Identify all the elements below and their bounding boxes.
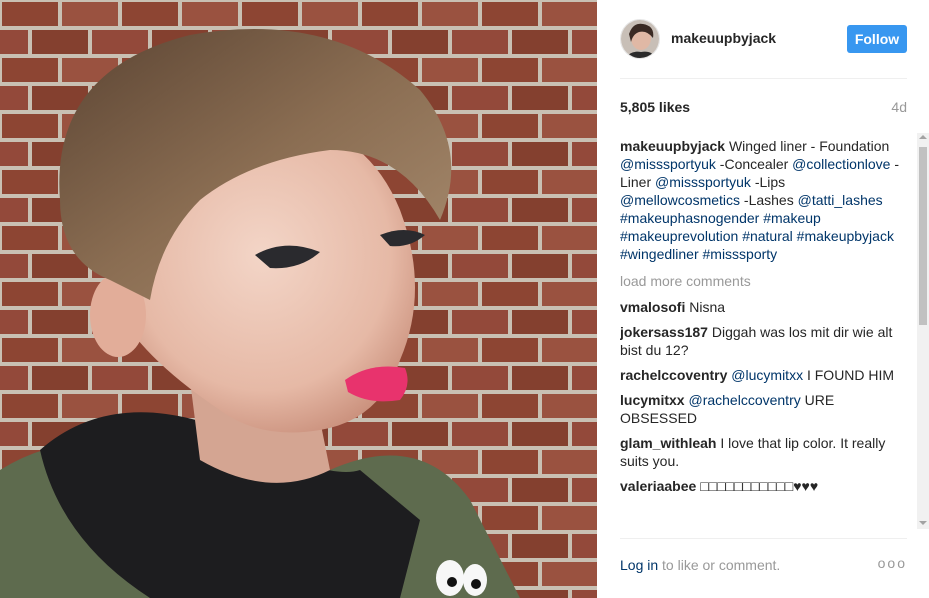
post-time[interactable]: 4d [891, 99, 907, 115]
comment-item: jokersass187 Diggah was los mit dir wie … [620, 323, 905, 359]
mention-link[interactable]: @mellowcosmetics [620, 192, 740, 208]
comment-username[interactable]: valeriaabee [620, 478, 696, 494]
follow-button[interactable]: Follow [847, 25, 907, 53]
post-caption: makeuupbyjack Winged liner - Foundation … [620, 137, 905, 263]
comment-username[interactable]: glam_withleah [620, 435, 716, 451]
scroll-down-arrow-icon[interactable] [919, 521, 927, 525]
post-photo[interactable] [0, 0, 597, 598]
comment-username[interactable]: vmalosofi [620, 299, 685, 315]
caption-text: Winged liner - Foundation @misssportyuk … [620, 138, 899, 262]
comment-text: -Lips [750, 174, 786, 190]
login-link[interactable]: Log in [620, 557, 658, 573]
comment-text: Winged liner - Foundation [728, 138, 890, 154]
comment-username[interactable]: lucymitxx [620, 392, 685, 408]
comment-text: □□□□□□□□□□□♥♥♥ [700, 478, 819, 494]
more-options-icon[interactable]: ooo [878, 555, 907, 571]
mention-link[interactable]: @lucymitxx [731, 367, 803, 383]
caption-username[interactable]: makeuupbyjack [620, 138, 725, 154]
mention-link[interactable]: @rachelccoventry [688, 392, 800, 408]
comment-item: valeriaabee □□□□□□□□□□□♥♥♥ [620, 477, 905, 495]
comment-text: -Lashes [740, 192, 798, 208]
mention-link[interactable]: #wingedliner [620, 246, 699, 262]
mention-link[interactable]: #misssporty [703, 246, 778, 262]
comment-username[interactable]: jokersass187 [620, 324, 708, 340]
avatar-image [621, 20, 659, 58]
mention-link[interactable]: #makeuprevolution [620, 228, 738, 244]
mention-link[interactable]: @collectionlove [792, 156, 890, 172]
comment-text: Nisna [689, 299, 726, 315]
post-header: makeuupbyjack Follow [620, 19, 907, 59]
mention-link[interactable]: #makeupbyjack [797, 228, 894, 244]
post-username[interactable]: makeuupbyjack [671, 30, 776, 46]
comments-scrollbar[interactable] [917, 133, 929, 529]
comment-entries: vmalosofi Nisna jokersass187 Diggah was l… [620, 298, 905, 495]
footer-divider [620, 538, 907, 539]
mention-link[interactable]: @misssportyuk [620, 156, 716, 172]
mention-link[interactable]: @tatti_lashes [798, 192, 883, 208]
post-details-panel: makeuupbyjack Follow 5,805 likes 4d make… [597, 0, 929, 598]
comment-item: vmalosofi Nisna [620, 298, 905, 316]
comment-username[interactable]: rachelccoventry [620, 367, 727, 383]
scroll-up-arrow-icon[interactable] [919, 135, 927, 139]
comment-item: lucymitxx @rachelccoventry URE OBSESSED [620, 391, 905, 427]
comment-item: glam_withleah I love that lip color. It … [620, 434, 905, 470]
mention-link[interactable]: @misssportyuk [655, 174, 751, 190]
comments-list: makeuupbyjack Winged liner - Foundation … [620, 137, 905, 527]
mention-link[interactable]: #makeup [763, 210, 821, 226]
mention-link[interactable]: #natural [742, 228, 793, 244]
portrait-image [0, 0, 597, 598]
post-footer: Log in to like or comment. ooo [620, 555, 907, 573]
scroll-thumb[interactable] [919, 147, 927, 325]
likes-count[interactable]: 5,805 likes [620, 99, 690, 115]
comment-item: rachelccoventry @lucymitxx I FOUND HIM [620, 366, 905, 384]
avatar[interactable] [620, 19, 660, 59]
footer-text: to like or comment. [658, 557, 781, 573]
header-divider [620, 78, 907, 79]
load-more-comments[interactable]: load more comments [620, 272, 905, 290]
mention-link[interactable]: #makeuphasnogender [620, 210, 759, 226]
comment-text: I FOUND HIM [803, 367, 895, 383]
comment-text: -Concealer [715, 156, 793, 172]
